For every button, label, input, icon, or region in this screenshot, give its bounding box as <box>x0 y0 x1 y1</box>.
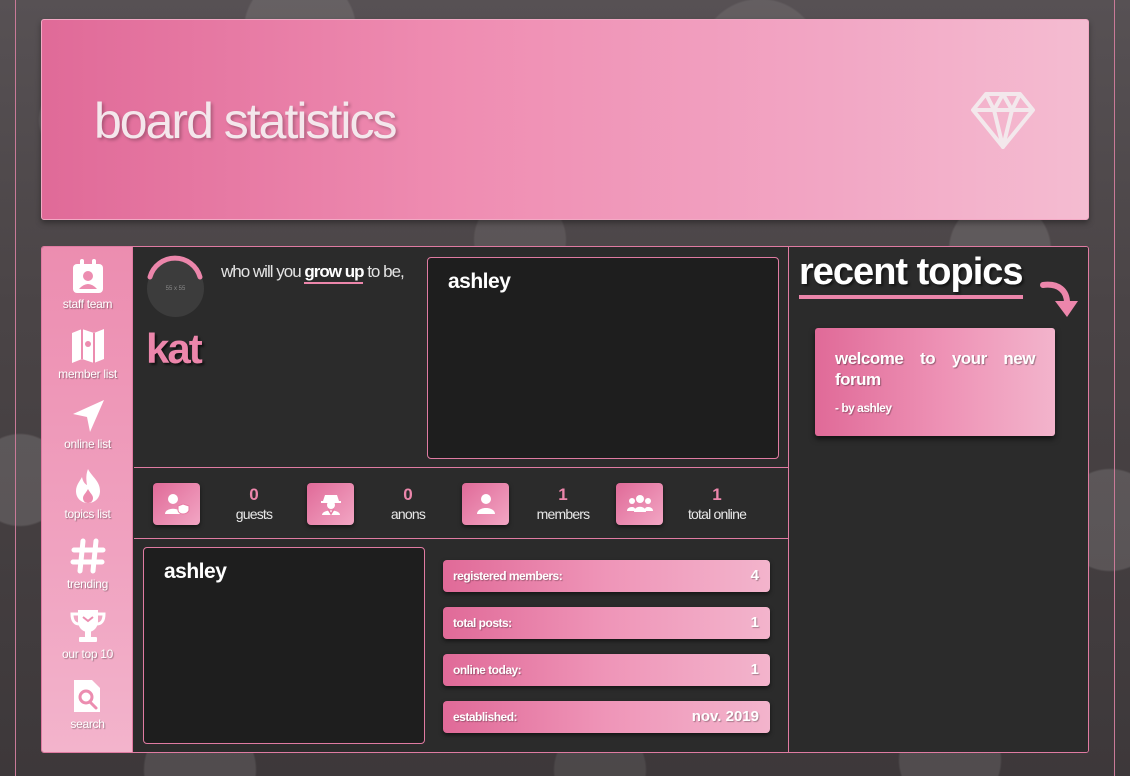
user-shield-icon <box>153 483 200 525</box>
stat-value: 1 <box>750 661 759 678</box>
topic-title-link[interactable]: welcome to your new forum <box>835 348 1036 390</box>
frame-line-left <box>15 0 16 776</box>
banner: board statistics <box>41 19 1089 220</box>
sidebar-item-label: staff team <box>62 297 113 311</box>
map-icon <box>71 329 104 363</box>
tagline-suffix: to be, <box>363 262 405 281</box>
stat-value: 4 <box>750 567 759 584</box>
banner-title: board statistics <box>94 93 397 149</box>
stat-bar-total-posts: total posts: 1 <box>443 607 770 639</box>
user-secret-icon <box>307 483 354 525</box>
stat-value: nov. 2019 <box>691 708 759 725</box>
profile-section: 55 x 55 who will you grow up to be, kat … <box>134 247 789 468</box>
stat-value: 1 <box>750 614 759 631</box>
sidebar-item-label: topics list <box>64 507 111 521</box>
guests-label: guests <box>235 506 273 522</box>
sidebar-item-topics-list[interactable]: topics list <box>42 467 133 537</box>
hashtag-icon <box>70 538 105 574</box>
latest-member-name[interactable]: ashley <box>164 560 227 584</box>
members-label: members <box>536 506 591 522</box>
sidebar-item-our-top-10[interactable]: our top 10 <box>42 607 133 677</box>
total-online-count: 1 <box>712 485 722 504</box>
trophy-icon <box>69 610 106 642</box>
sidebar-item-search[interactable]: search <box>42 677 133 747</box>
stat-label: registered members: <box>453 569 563 583</box>
location-arrow-icon <box>72 400 104 432</box>
anons-count: 0 <box>403 485 413 504</box>
anons-label: anons <box>390 506 426 522</box>
statistics-panel: staff team member list online list topic… <box>41 246 1089 753</box>
curved-arrow-down-icon <box>1040 281 1078 317</box>
sidebar: staff team member list online list topic… <box>42 247 133 752</box>
about-member-name[interactable]: ashley <box>448 270 511 294</box>
sidebar-item-label: member list <box>58 367 117 381</box>
diamond-icon <box>971 92 1035 149</box>
stat-bar-online-today: online today: 1 <box>443 654 770 686</box>
sidebar-item-staff-team[interactable]: staff team <box>42 257 133 327</box>
tagline-emphasis: grow up <box>304 262 364 284</box>
sidebar-item-label: trending <box>67 577 108 591</box>
total-online-label: total online <box>687 506 747 522</box>
profile-name[interactable]: kat <box>146 325 203 373</box>
online-stats-row: 0 guests 0 anons 1 members 1 total onlin… <box>134 469 789 539</box>
topic-author[interactable]: - by ashley <box>835 401 892 415</box>
tagline: who will you grow up to be, <box>221 262 405 284</box>
sidebar-item-label: search <box>70 717 105 731</box>
search-file-icon <box>73 680 100 712</box>
stat-label: total posts: <box>453 616 512 630</box>
sidebar-item-member-list[interactable]: member list <box>42 327 133 397</box>
users-icon <box>616 483 663 525</box>
stat-label: established: <box>453 710 518 724</box>
avatar-ring <box>147 255 203 280</box>
latest-member-box: ashley <box>143 547 425 744</box>
fire-icon <box>75 469 100 503</box>
sidebar-item-label: our top 10 <box>61 647 114 661</box>
frame-line-right <box>1114 0 1115 776</box>
guests-count: 0 <box>249 485 259 504</box>
recent-topics-section: recent topics welcome to your new forum … <box>788 247 1088 752</box>
about-box: ashley <box>427 257 779 459</box>
badge-icon <box>72 259 103 293</box>
sidebar-item-trending[interactable]: trending <box>42 537 133 607</box>
members-count: 1 <box>558 485 568 504</box>
tagline-prefix: who will you <box>221 262 305 281</box>
topic-card[interactable]: welcome to your new forum - by ashley <box>815 328 1055 436</box>
recent-topics-title: recent topics <box>799 249 1024 299</box>
sidebar-item-label: online list <box>64 437 111 451</box>
stat-bar-registered-members: registered members: 4 <box>443 560 770 592</box>
user-icon <box>462 483 509 525</box>
sidebar-item-online-list[interactable]: online list <box>42 397 133 467</box>
stat-label: online today: <box>453 663 522 677</box>
stat-bar-established: established: nov. 2019 <box>443 701 770 733</box>
